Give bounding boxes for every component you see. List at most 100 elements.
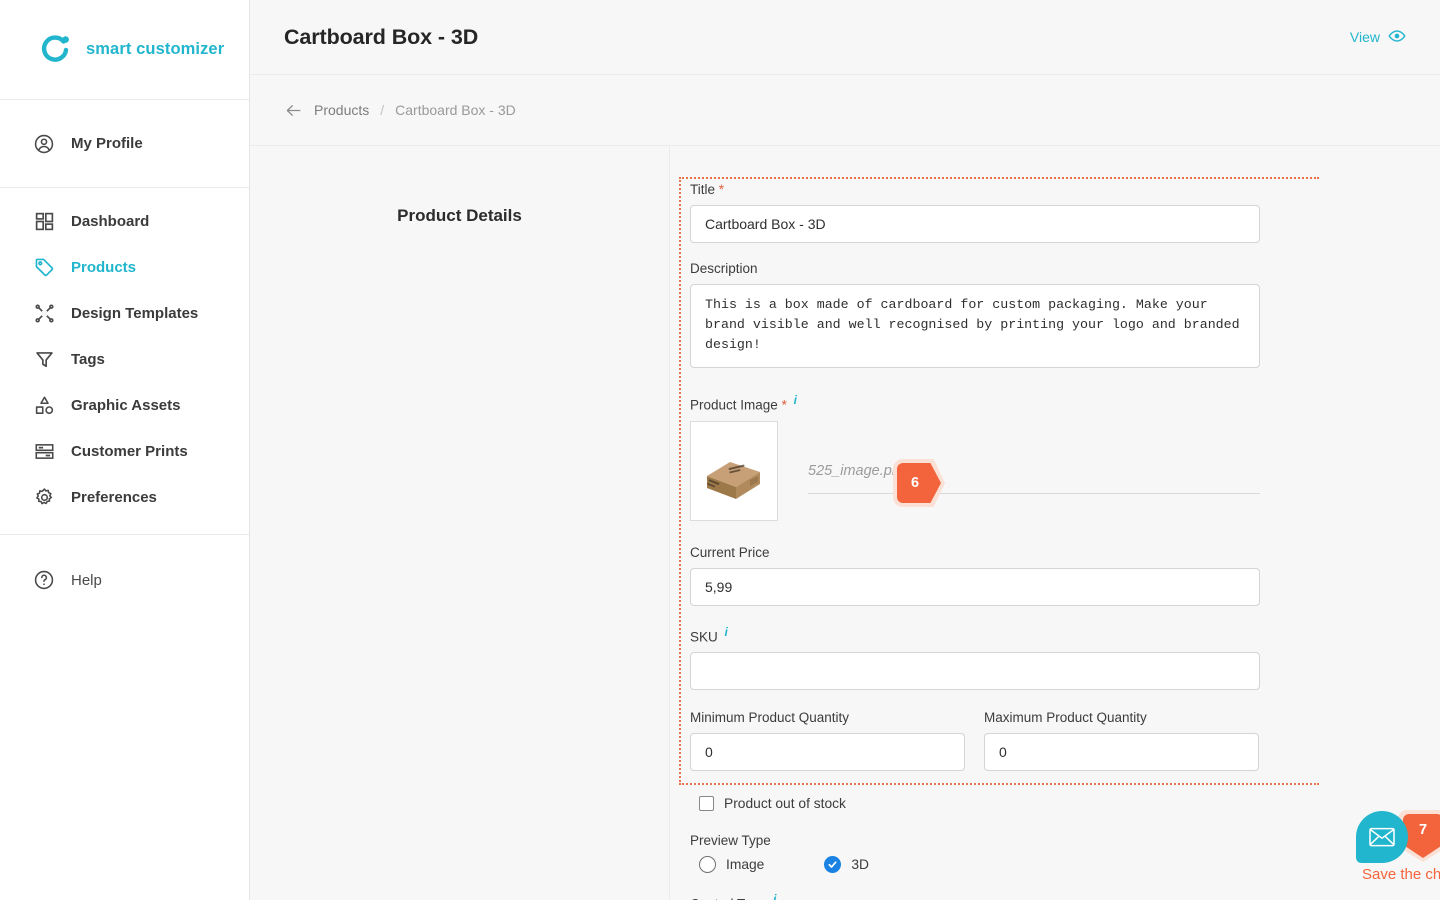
title-label-text: Title (690, 182, 716, 197)
preview-type-label: Preview Type (690, 833, 771, 848)
view-button[interactable]: View (1350, 27, 1406, 48)
field-preview-type: Preview Type Image 3D (690, 833, 1260, 873)
title-input[interactable] (690, 205, 1260, 243)
preview-type-options: Image 3D (699, 856, 1260, 873)
funnel-icon (32, 347, 56, 371)
sidebar: smart customizer My Profile Dashboard Pr… (0, 0, 250, 900)
out-of-stock-label: Product out of stock (724, 796, 846, 811)
sidebar-item-label: Dashboard (71, 212, 150, 230)
control-type-label: Control Type i (690, 892, 1260, 900)
preview-type-option-label: Image (726, 857, 765, 872)
sidebar-group-help: Help (0, 535, 249, 603)
brand-logo[interactable]: smart customizer (0, 0, 249, 100)
field-title: Title * (690, 182, 1260, 243)
field-quantities: Minimum Product Quantity Maximum Product… (690, 710, 1260, 771)
sidebar-item-label: Products (71, 258, 137, 276)
breadcrumb-separator: / (380, 102, 385, 118)
out-of-stock-checkbox[interactable] (699, 796, 714, 811)
app-root: smart customizer My Profile Dashboard Pr… (0, 0, 1440, 900)
breadcrumb-current: Cartboard Box - 3D (395, 102, 516, 118)
description-label: Description (690, 261, 758, 276)
radio-unselected-icon (699, 856, 716, 873)
product-image-label-text: Product Image (690, 397, 778, 413)
print-layers-icon (32, 439, 56, 463)
field-sku: SKU i (690, 625, 1260, 690)
control-type-label-text: Control Type (690, 897, 766, 900)
info-icon[interactable]: i (725, 625, 728, 639)
right-pane: Title * Description Product Image (670, 146, 1440, 900)
main-content: Cartboard Box - 3D View Products / Cartb (250, 0, 1440, 900)
current-price-label: Current Price (690, 544, 770, 560)
sidebar-item-label: Help (71, 571, 102, 589)
max-quantity-input[interactable] (984, 733, 1259, 771)
required-mark: * (781, 397, 787, 413)
sidebar-group-main: Dashboard Products Design Templates Tags… (0, 188, 249, 535)
arrow-left-icon[interactable] (284, 101, 303, 120)
brand-name: smart customizer (86, 40, 225, 58)
question-circle-icon (32, 568, 56, 592)
product-image-row: 525_image.png (690, 420, 1260, 521)
sidebar-item-my-profile[interactable]: My Profile (0, 121, 143, 167)
sidebar-item-customer-prints[interactable]: Customer Prints (0, 428, 249, 474)
eye-icon (1388, 27, 1406, 48)
annotation-step-6: 6 (893, 459, 945, 507)
title-label: Title * (690, 182, 1260, 197)
info-icon[interactable]: i (773, 892, 776, 900)
chat-bubble-shape (1356, 811, 1408, 863)
shapes-icon (32, 393, 56, 417)
chat-support-button[interactable] (1356, 811, 1408, 863)
sidebar-item-help[interactable]: Help (0, 557, 249, 603)
min-quantity-input[interactable] (690, 733, 965, 771)
view-label: View (1349, 29, 1380, 45)
sidebar-group-profile: My Profile (0, 100, 249, 188)
page-title: Cartboard Box - 3D (284, 24, 479, 49)
sidebar-item-preferences[interactable]: Preferences (0, 474, 249, 520)
info-icon[interactable]: i (794, 393, 797, 407)
top-bar: Cartboard Box - 3D View (250, 0, 1440, 75)
current-price-input[interactable] (690, 567, 1260, 606)
product-form: Title * Description Product Image (690, 182, 1260, 900)
annotation-step-7-note: Save the changes (1362, 866, 1440, 883)
tag-icon (32, 255, 56, 279)
sku-label: SKU i (690, 625, 1260, 645)
gear-icon (32, 485, 56, 509)
sidebar-item-label: Preferences (71, 488, 157, 506)
circle-dot-logo-icon (36, 31, 74, 69)
field-max-quantity: Maximum Product Quantity (984, 710, 1259, 771)
sidebar-item-label: Customer Prints (71, 442, 188, 460)
radio-selected-icon (824, 856, 842, 873)
sidebar-item-label: Tags (71, 350, 105, 368)
preview-type-option-3d[interactable]: 3D (824, 856, 869, 873)
max-quantity-label: Maximum Product Quantity (984, 710, 1147, 725)
product-details-heading: Product Details (397, 206, 522, 225)
product-image-label: Product Image * i (690, 393, 1260, 413)
breadcrumb-parent[interactable]: Products (314, 102, 369, 118)
description-textarea[interactable] (690, 284, 1260, 368)
field-current-price: Current Price (690, 545, 1260, 606)
sidebar-item-label: Design Templates (71, 304, 199, 322)
product-image-filename[interactable]: 525_image.png (808, 463, 1260, 494)
sku-label-text: SKU (690, 629, 718, 644)
body-area: Product Details Title * Descri (250, 146, 1440, 900)
field-control-type: Control Type i (690, 892, 1260, 900)
field-min-quantity: Minimum Product Quantity (690, 710, 965, 771)
grid-icon (32, 209, 56, 233)
sku-input[interactable] (690, 652, 1260, 690)
sidebar-item-label: Graphic Assets (71, 396, 181, 414)
preview-type-option-label: 3D (851, 857, 869, 872)
left-pane: Product Details (250, 146, 670, 900)
field-description: Description (690, 261, 1260, 373)
sidebar-item-design-templates[interactable]: Design Templates (0, 290, 249, 336)
preview-type-option-image[interactable]: Image (699, 856, 764, 873)
field-product-image: Product Image * i 525_image.png (690, 393, 1260, 521)
scissors-icon (32, 301, 56, 325)
sidebar-item-label: My Profile (71, 135, 143, 152)
sidebar-item-graphic-assets[interactable]: Graphic Assets (0, 382, 249, 428)
breadcrumb: Products / Cartboard Box - 3D (250, 75, 1440, 146)
product-image-file-wrap: 525_image.png (808, 421, 1260, 494)
required-mark: * (718, 182, 725, 197)
sidebar-item-products[interactable]: Products (0, 244, 249, 290)
sidebar-item-tags[interactable]: Tags (0, 336, 249, 382)
sidebar-item-dashboard[interactable]: Dashboard (0, 198, 249, 244)
product-image-thumbnail[interactable] (690, 420, 778, 521)
